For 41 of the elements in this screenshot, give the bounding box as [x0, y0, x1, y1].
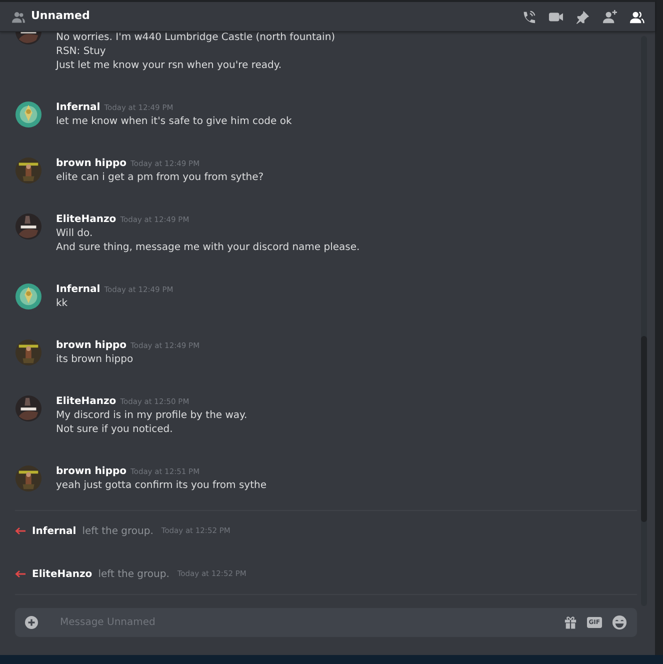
- author-name[interactable]: brown hippo: [56, 340, 127, 351]
- message-text: its brown hippo: [56, 353, 134, 367]
- author-name[interactable]: brown hippo: [56, 158, 127, 169]
- left-arrow-icon: [15, 527, 26, 535]
- plus-icon[interactable]: [25, 616, 38, 629]
- emoji-icon[interactable]: [612, 615, 627, 630]
- message-text: No worries. I'm w440 Lumbridge Castle (north fountain): [56, 32, 336, 45]
- author-name[interactable]: brown hippo: [56, 466, 127, 477]
- message-text: let me know when it's safe to give him code ok: [56, 115, 292, 129]
- avatar[interactable]: [15, 465, 42, 492]
- message-text: yeah just gotta confirm its you from sythe: [56, 479, 266, 493]
- pin-icon[interactable]: [574, 10, 591, 24]
- avatar[interactable]: [15, 283, 42, 310]
- message-text: RSN: Stuy: [56, 45, 107, 59]
- gift-icon[interactable]: [564, 616, 577, 629]
- people-icon: [12, 10, 25, 22]
- members-icon[interactable]: [628, 10, 645, 24]
- avatar[interactable]: [15, 395, 42, 422]
- author-name[interactable]: Infernal: [56, 284, 100, 295]
- message-text: elite can i get a pm from you from sythe?: [56, 171, 264, 185]
- message-text: Not sure if you noticed.: [56, 423, 174, 437]
- avatar[interactable]: [15, 339, 42, 366]
- message-text: kk: [56, 297, 69, 311]
- scrollbar[interactable]: [641, 36, 647, 606]
- add-person-icon[interactable]: [601, 10, 618, 24]
- left-arrow-icon: [15, 570, 26, 578]
- avatar[interactable]: [15, 157, 42, 184]
- system-message: left the group.: [98, 568, 170, 582]
- message-text: And sure thing, message me with your discord name please.: [56, 241, 360, 255]
- system-message: left the group.: [82, 524, 154, 538]
- user-name[interactable]: EliteHanzo: [32, 566, 92, 582]
- message-text: Will do.: [56, 227, 94, 241]
- message-text: Just let me know your rsn when you're ready.: [56, 59, 283, 73]
- avatar[interactable]: [15, 213, 42, 240]
- avatar[interactable]: [15, 101, 42, 128]
- author-name[interactable]: Infernal: [56, 102, 100, 113]
- message-text: My discord is in my profile by the way.: [56, 409, 248, 423]
- author-name[interactable]: EliteHanzo: [56, 396, 116, 407]
- author-name[interactable]: EliteHanzo: [56, 214, 116, 225]
- user-name[interactable]: Infernal: [32, 524, 76, 538]
- channel-title: Unnamed: [31, 8, 90, 24]
